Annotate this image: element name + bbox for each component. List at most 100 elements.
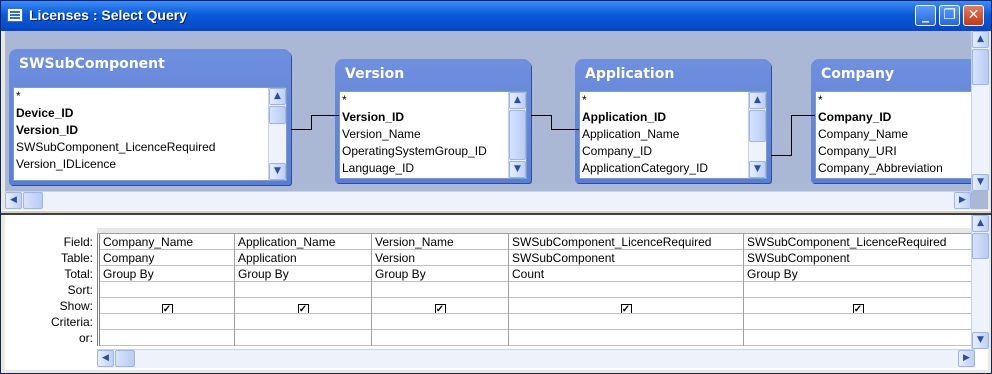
or-cell[interactable]	[509, 330, 743, 346]
field-company-id[interactable]: Company_ID	[580, 143, 766, 160]
field-list[interactable]: * Version_ID Version_Name OperatingSyste…	[339, 91, 527, 179]
scroll-thumb[interactable]	[509, 110, 526, 160]
total-cell[interactable]: Count	[509, 266, 743, 282]
criteria-cell[interactable]	[235, 314, 371, 330]
criteria-cell[interactable]	[100, 314, 234, 330]
field-all[interactable]: *	[340, 92, 526, 109]
field-version-id[interactable]: Version_ID	[340, 109, 526, 126]
field-list[interactable]: * Device_ID Version_ID SWSubComponent_Li…	[13, 87, 287, 181]
scroll-thumb[interactable]	[23, 192, 43, 209]
field-application-category-id[interactable]: ApplicationCategory_ID	[580, 160, 766, 177]
show-cell[interactable]: ✓	[744, 298, 972, 314]
show-checkbox[interactable]: ✓	[297, 304, 309, 313]
table-cell[interactable]: Application	[235, 250, 371, 266]
table-application[interactable]: Application * Application_ID Application…	[575, 59, 771, 183]
total-cell[interactable]: Group By	[235, 266, 371, 282]
design-pane-horizontal-scrollbar[interactable]: ◀ ▶	[5, 191, 971, 210]
grid-column[interactable]: Application_Name Application Group By ✓	[234, 234, 371, 346]
total-cell[interactable]: Group By	[100, 266, 234, 282]
field-cell[interactable]: SWSubComponent_LicenceRequired	[509, 234, 743, 250]
restore-button[interactable]: ❐	[939, 5, 960, 26]
scroll-up-button[interactable]: ▲	[269, 88, 286, 105]
field-list-scrollbar[interactable]: ▲ ▼	[748, 92, 766, 178]
scroll-up-button[interactable]: ▲	[749, 92, 766, 109]
show-cell[interactable]: ✓	[235, 298, 371, 314]
scroll-down-button[interactable]: ▼	[509, 161, 526, 178]
scroll-down-button[interactable]: ▼	[269, 163, 286, 180]
field-version-name[interactable]: Version_Name	[340, 126, 526, 143]
or-cell[interactable]	[235, 330, 371, 346]
field-application-name[interactable]: Application_Name	[580, 126, 766, 143]
sort-cell[interactable]	[509, 282, 743, 298]
scroll-thumb[interactable]	[972, 233, 989, 259]
or-cell[interactable]	[372, 330, 508, 346]
field-language-id[interactable]: Language_ID	[340, 160, 526, 177]
field-company-abbreviation[interactable]: Company_Abbreviation	[816, 160, 986, 177]
criteria-cell[interactable]	[509, 314, 743, 330]
scroll-right-button[interactable]: ▶	[954, 192, 971, 209]
close-button[interactable]: ✕	[963, 5, 984, 26]
field-list-scrollbar[interactable]: ▲ ▼	[268, 88, 286, 180]
field-cell[interactable]: Company_Name	[100, 234, 234, 250]
table-cell[interactable]: SWSubComponent	[744, 250, 972, 266]
field-device-id[interactable]: Device_ID	[14, 105, 286, 122]
field-all[interactable]: *	[580, 92, 766, 109]
show-checkbox[interactable]: ✓	[161, 304, 173, 313]
table-cell[interactable]: Version	[372, 250, 508, 266]
scroll-up-button[interactable]: ▲	[972, 31, 989, 48]
total-cell[interactable]: Group By	[744, 266, 972, 282]
show-checkbox[interactable]: ✓	[620, 304, 632, 313]
field-cell[interactable]: Application_Name	[235, 234, 371, 250]
grid-column[interactable]: SWSubComponent_LicenceRequired SWSubComp…	[508, 234, 743, 346]
sort-cell[interactable]	[235, 282, 371, 298]
sort-cell[interactable]	[372, 282, 508, 298]
grid-column[interactable]: Company_Name Company Group By ✓	[97, 234, 234, 346]
or-cell[interactable]	[100, 330, 234, 346]
grid-horizontal-scrollbar[interactable]: ◀ ▶	[97, 349, 975, 368]
scroll-down-button[interactable]: ▼	[972, 332, 989, 349]
scroll-left-button[interactable]: ◀	[5, 192, 22, 209]
table-version[interactable]: Version * Version_ID Version_Name Operat…	[335, 59, 531, 183]
field-list-scrollbar[interactable]: ▲ ▼	[508, 92, 526, 178]
sort-cell[interactable]	[744, 282, 972, 298]
field-cell[interactable]: Version_Name	[372, 234, 508, 250]
scroll-down-button[interactable]: ▼	[972, 174, 989, 191]
design-pane-vertical-scrollbar[interactable]: ▲ ▼	[971, 31, 989, 191]
field-cell[interactable]: SWSubComponent_LicenceRequired	[744, 234, 972, 250]
scroll-down-button[interactable]: ▼	[749, 161, 766, 178]
show-checkbox[interactable]: ✓	[852, 304, 864, 313]
show-cell[interactable]: ✓	[372, 298, 508, 314]
field-company-name[interactable]: Company_Name	[816, 126, 986, 143]
scroll-up-button[interactable]: ▲	[509, 92, 526, 109]
show-cell[interactable]: ✓	[509, 298, 743, 314]
field-list[interactable]: * Company_ID Company_Name Company_URI Co…	[815, 91, 987, 179]
field-company-id[interactable]: Company_ID	[816, 109, 986, 126]
show-cell[interactable]: ✓	[100, 298, 234, 314]
scroll-thumb[interactable]	[115, 350, 135, 367]
field-os-group-id[interactable]: OperatingSystemGroup_ID	[340, 143, 526, 160]
field-all[interactable]: *	[816, 92, 986, 109]
scroll-right-button[interactable]: ▶	[958, 350, 975, 367]
or-cell[interactable]	[744, 330, 972, 346]
field-version-id[interactable]: Version_ID	[14, 122, 286, 139]
field-application-id[interactable]: Application_ID	[580, 109, 766, 126]
scroll-up-button[interactable]: ▲	[972, 215, 989, 232]
table-swsubcomponent[interactable]: SWSubComponent * Device_ID Version_ID SW…	[9, 49, 291, 185]
scroll-left-button[interactable]: ◀	[97, 350, 114, 367]
table-company[interactable]: Company * Company_ID Company_Name Compan…	[811, 59, 987, 183]
field-all[interactable]: *	[14, 88, 286, 105]
grid-column[interactable]: SWSubComponent_LicenceRequired SWSubComp…	[743, 234, 972, 346]
table-cell[interactable]: SWSubComponent	[509, 250, 743, 266]
criteria-cell[interactable]	[372, 314, 508, 330]
title-bar[interactable]: Licenses : Select Query _ ❐ ✕	[1, 1, 991, 31]
field-company-uri[interactable]: Company_URI	[816, 143, 986, 160]
scroll-thumb[interactable]	[749, 110, 766, 142]
criteria-cell[interactable]	[744, 314, 972, 330]
scroll-thumb[interactable]	[972, 49, 989, 85]
table-cell[interactable]: Company	[100, 250, 234, 266]
grid-column[interactable]: Version_Name Version Group By ✓	[371, 234, 508, 346]
minimize-button[interactable]: _	[915, 5, 936, 26]
field-list[interactable]: * Application_ID Application_Name Compan…	[579, 91, 767, 179]
grid-vertical-scrollbar[interactable]: ▲ ▼	[971, 215, 989, 349]
sort-cell[interactable]	[100, 282, 234, 298]
